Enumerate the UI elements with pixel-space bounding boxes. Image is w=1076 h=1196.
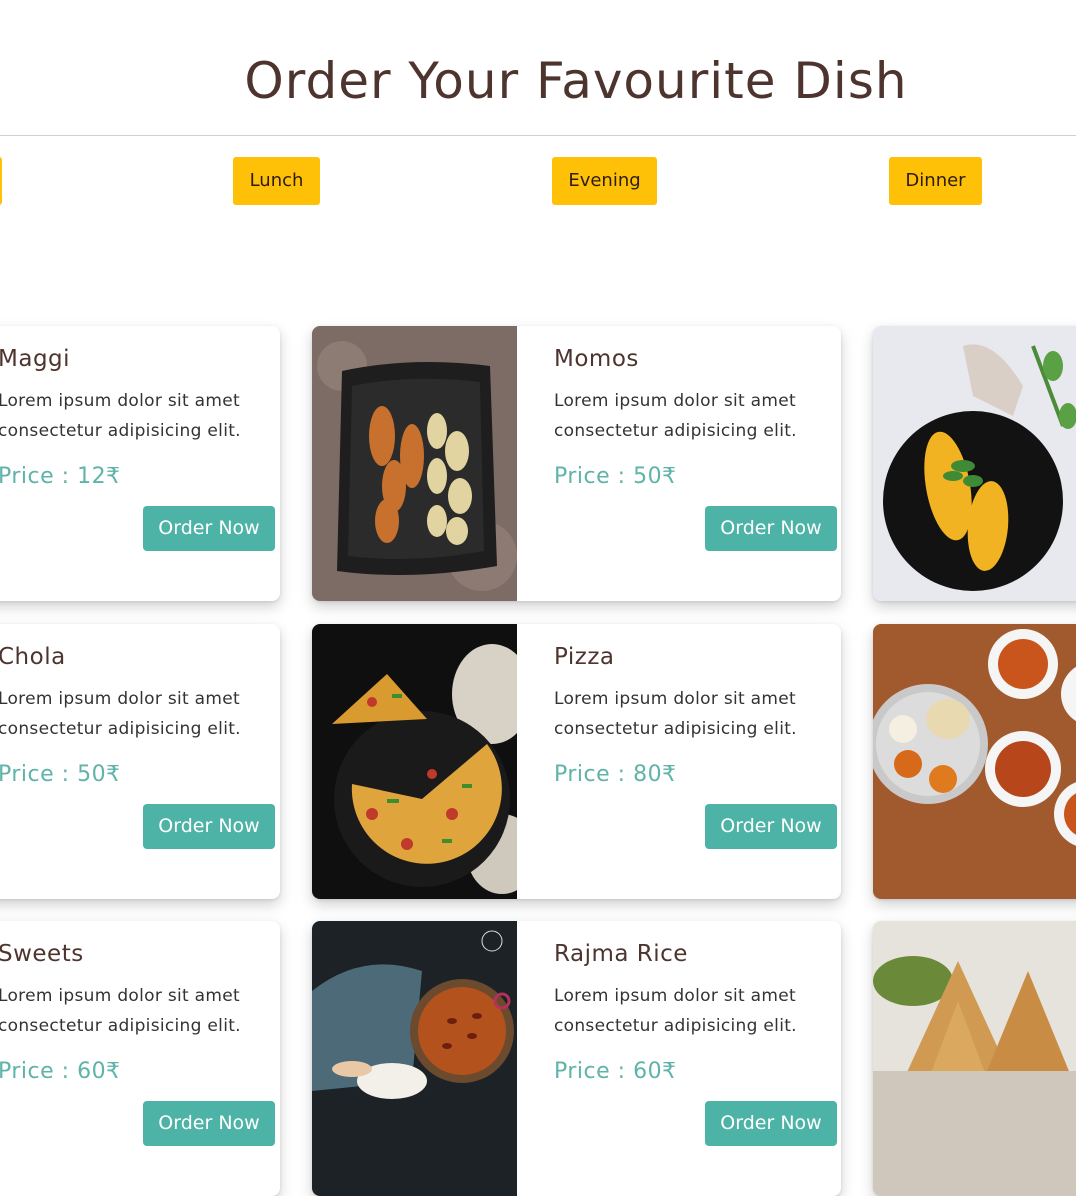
dish-card-rajma-rice: Rajma Rice Lorem ipsum dolor sit amet co… [312, 921, 841, 1196]
order-now-button[interactable]: Order Now [705, 804, 837, 849]
order-now-button[interactable]: Order Now [705, 506, 837, 551]
dish-desc-line: consectetur adipisicing elit. [0, 421, 241, 441]
dish-price: Price : 12₹ [0, 464, 121, 489]
dish-card-partial [873, 326, 1076, 601]
dish-desc-line: Lorem ipsum dolor sit amet [554, 986, 796, 1006]
dish-name: Momos [554, 346, 639, 372]
dish-desc-line: consectetur adipisicing elit. [0, 1016, 241, 1036]
dish-card-maggi: Maggi Lorem ipsum dolor sit amet consect… [0, 326, 280, 601]
dish-card-sweets: Sweets Lorem ipsum dolor sit amet consec… [0, 921, 280, 1196]
dish-card-partial [873, 921, 1076, 1196]
page-title: Order Your Favourite Dish [244, 52, 908, 110]
dish-name: Pizza [554, 644, 615, 670]
dish-name: Maggi [0, 346, 71, 372]
dish-desc-line: Lorem ipsum dolor sit amet [0, 391, 240, 411]
dish-card-pizza: Pizza Lorem ipsum dolor sit amet consect… [312, 624, 841, 899]
dish-desc-line: consectetur adipisicing elit. [554, 719, 797, 739]
dish-desc-line: consectetur adipisicing elit. [0, 719, 241, 739]
dish-description: Lorem ipsum dolor sit amet consectetur a… [554, 684, 797, 744]
momos-photo [312, 326, 517, 601]
dish-price: Price : 60₹ [0, 1059, 121, 1084]
dish-description: Lorem ipsum dolor sit amet consectetur a… [554, 981, 797, 1041]
dish-card-chola: Chola Lorem ipsum dolor sit amet consect… [0, 624, 280, 899]
tab-evening[interactable]: Evening [552, 157, 657, 205]
pizza-photo [312, 624, 517, 899]
dish-name: Chola [0, 644, 66, 670]
dish-card-momos: Momos Lorem ipsum dolor sit amet consect… [312, 326, 841, 601]
dish-card-partial [873, 624, 1076, 899]
samosa-photo [873, 921, 1076, 1196]
order-now-button[interactable]: Order Now [143, 804, 275, 849]
dish-description: Lorem ipsum dolor sit amet consectetur a… [554, 386, 797, 446]
thali-photo [873, 624, 1076, 899]
dish-name: Rajma Rice [554, 941, 688, 967]
dish-desc-line: Lorem ipsum dolor sit amet [554, 689, 796, 709]
dish-desc-line: Lorem ipsum dolor sit amet [554, 391, 796, 411]
dish-price: Price : 60₹ [554, 1059, 677, 1084]
dish-price: Price : 50₹ [554, 464, 677, 489]
dish-price: Price : 80₹ [554, 762, 677, 787]
dish-price: Price : 50₹ [0, 762, 121, 787]
rajma-rice-photo [312, 921, 517, 1196]
dish-description: Lorem ipsum dolor sit amet consectetur a… [0, 981, 241, 1041]
order-now-button[interactable]: Order Now [705, 1101, 837, 1146]
dish-desc-line: Lorem ipsum dolor sit amet [0, 986, 240, 1006]
dish-desc-line: Lorem ipsum dolor sit amet [0, 689, 240, 709]
order-now-button[interactable]: Order Now [143, 1101, 275, 1146]
dish-description: Lorem ipsum dolor sit amet consectetur a… [0, 684, 241, 744]
order-now-button[interactable]: Order Now [143, 506, 275, 551]
dish-desc-line: consectetur adipisicing elit. [554, 421, 797, 441]
dish-description: Lorem ipsum dolor sit amet consectetur a… [0, 386, 241, 446]
tab-dinner[interactable]: Dinner [889, 157, 982, 205]
dish-name: Sweets [0, 941, 84, 967]
dish-desc-line: consectetur adipisicing elit. [554, 1016, 797, 1036]
tab-partial[interactable] [0, 157, 2, 205]
title-divider [0, 135, 1076, 136]
tab-lunch[interactable]: Lunch [233, 157, 320, 205]
corn-photo [873, 326, 1076, 601]
